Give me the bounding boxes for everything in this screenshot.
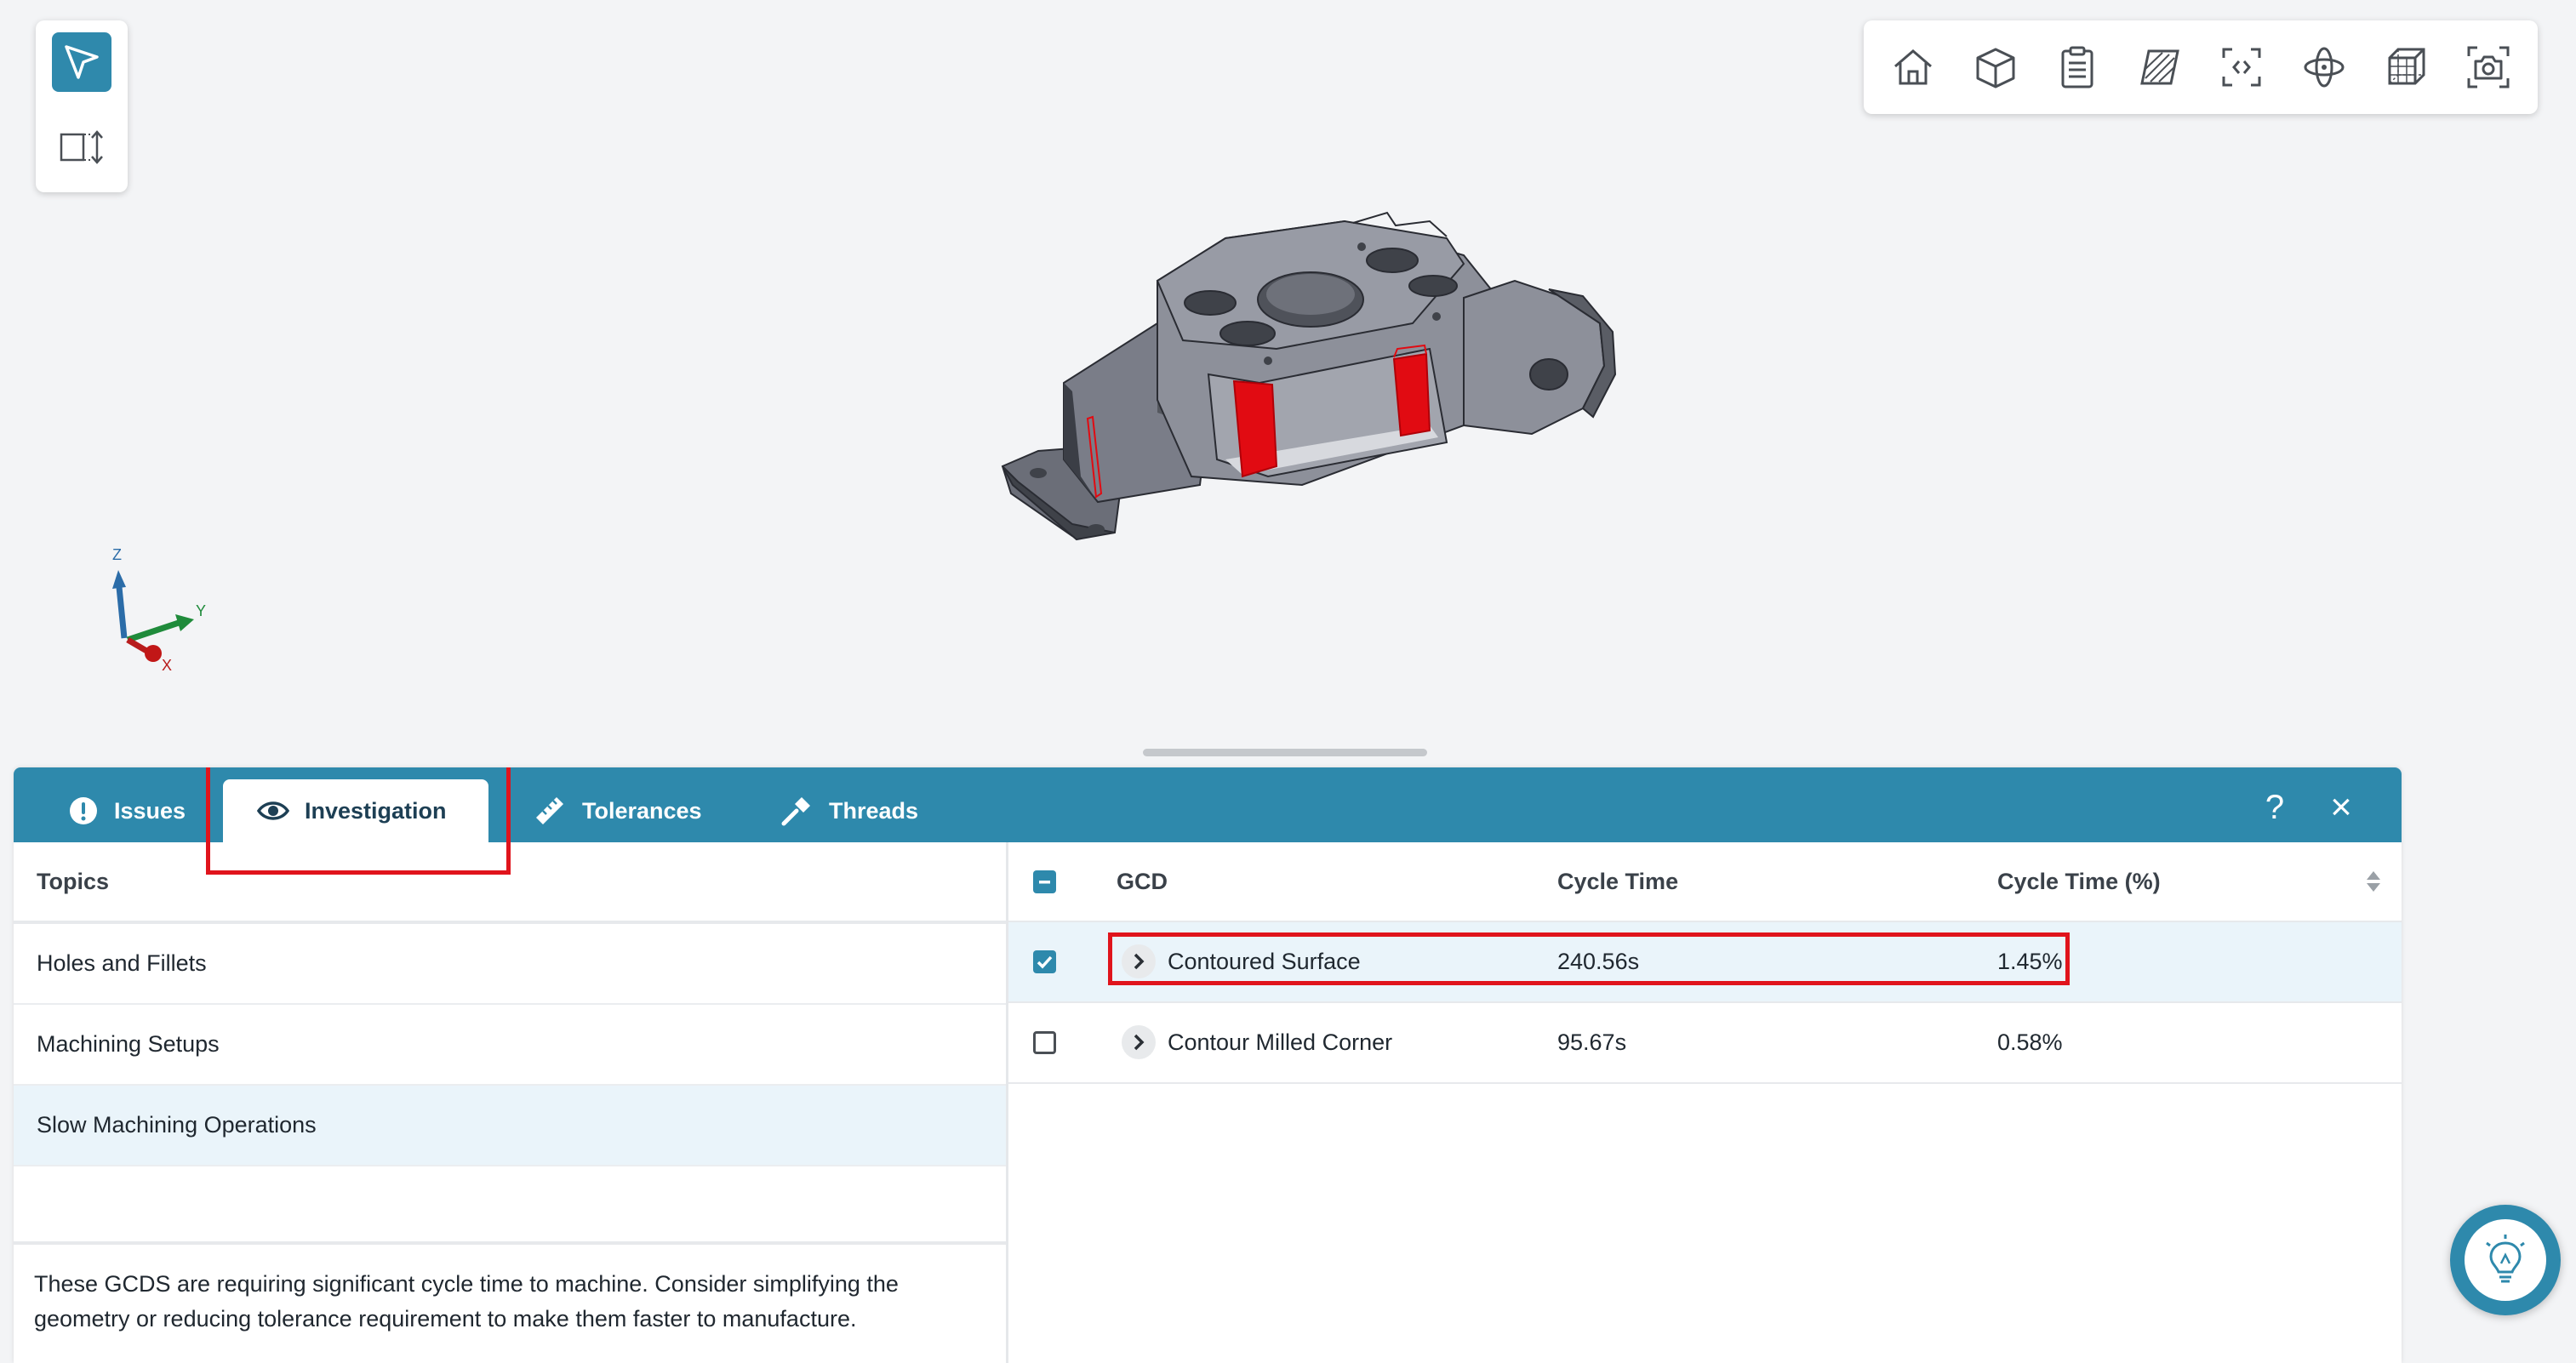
panel-resize-handle[interactable] xyxy=(1143,749,1427,756)
x-axis-label: X xyxy=(162,657,172,672)
help-button[interactable]: ? xyxy=(2252,784,2298,830)
topic-slow-machining-operations[interactable]: Slow Machining Operations xyxy=(14,1086,1006,1166)
grid-header-row: GCD Cycle Time Cycle Time (%) xyxy=(1008,842,2402,924)
cursor-arrow-icon xyxy=(65,45,99,79)
tab-label: Issues xyxy=(114,797,186,824)
tab-label: Investigation xyxy=(305,797,447,824)
tab-bar: Issues Investigation Tolerances Threads … xyxy=(14,767,2402,842)
tab-issues[interactable]: Issues xyxy=(34,779,221,842)
home-icon xyxy=(1894,49,1933,85)
z-axis-label: Z xyxy=(112,546,122,563)
topics-pane: Topics Holes and Fillets Machining Setup… xyxy=(14,842,1008,1363)
section-hatch-icon xyxy=(2139,49,2179,85)
axis-triad: Z Y X xyxy=(112,546,206,672)
column-header-cycle-time-pct[interactable]: Cycle Time (%) xyxy=(1997,869,2161,895)
insights-fab-inner xyxy=(2465,1219,2546,1301)
lightbulb-icon xyxy=(2486,1235,2525,1283)
select-all-checkbox[interactable] xyxy=(1033,870,1056,893)
gcd-grid: GCD Cycle Time Cycle Time (%) Contoured … xyxy=(1008,842,2402,1363)
fit-view-button[interactable] xyxy=(2208,33,2276,101)
column-header-gcd[interactable]: GCD xyxy=(1117,869,1168,895)
bottom-panel: Issues Investigation Tolerances Threads … xyxy=(14,767,2402,1363)
home-view-button[interactable] xyxy=(1879,33,1947,101)
ruler-icon xyxy=(536,797,563,824)
wireframe-button[interactable] xyxy=(2372,33,2440,101)
part-model-3d[interactable] xyxy=(987,204,1634,553)
tool-palette xyxy=(36,20,128,192)
expand-row-button[interactable] xyxy=(1122,1025,1156,1059)
eye-icon xyxy=(257,801,289,820)
topics-header: Topics xyxy=(14,842,1006,924)
alert-circle-icon xyxy=(70,797,97,824)
select-tool-button[interactable] xyxy=(52,32,111,92)
close-panel-button[interactable]: × xyxy=(2318,784,2364,830)
topic-description: These GCDS are requiring significant cyc… xyxy=(34,1271,899,1332)
minus-icon xyxy=(1039,881,1050,884)
topic-holes-and-fillets[interactable]: Holes and Fillets xyxy=(14,924,1006,1005)
topics-spacer xyxy=(14,1166,1006,1245)
cycle-time-value: 95.67s xyxy=(1557,1029,1627,1055)
tab-investigation[interactable]: Investigation xyxy=(223,779,488,842)
table-row[interactable]: Contoured Surface 240.56s 1.45% xyxy=(1008,922,2402,1003)
fit-view-icon xyxy=(2222,48,2261,87)
cycle-time-pct-value: 1.45% xyxy=(1997,949,2063,974)
box-measure-icon xyxy=(60,130,103,164)
cube-icon xyxy=(1976,48,2015,88)
camera-icon xyxy=(2467,46,2510,88)
cycle-time-value: 240.56s xyxy=(1557,949,1640,974)
tab-tolerances[interactable]: Tolerances xyxy=(499,779,745,842)
chevron-right-icon xyxy=(1134,953,1145,970)
expand-row-button[interactable] xyxy=(1122,944,1156,978)
sort-icon[interactable] xyxy=(2365,870,2382,893)
report-button[interactable] xyxy=(2043,33,2111,101)
column-header-cycle-time[interactable]: Cycle Time xyxy=(1557,869,1678,895)
iso-view-button[interactable] xyxy=(1962,33,2030,101)
cycle-time-pct-value: 0.58% xyxy=(1997,1029,2063,1055)
table-row[interactable]: Contour Milled Corner 95.67s 0.58% xyxy=(1008,1003,2402,1084)
clipboard-list-icon xyxy=(2061,46,2093,88)
gcd-name: Contoured Surface xyxy=(1168,949,1361,974)
screenshot-button[interactable] xyxy=(2454,33,2522,101)
gcd-name: Contour Milled Corner xyxy=(1168,1029,1393,1055)
tab-label: Threads xyxy=(829,797,919,824)
row-checkbox[interactable] xyxy=(1033,950,1056,973)
tab-label: Tolerances xyxy=(582,797,702,824)
check-icon xyxy=(1037,955,1053,969)
y-axis-label: Y xyxy=(196,602,206,619)
orbit-button[interactable] xyxy=(2290,33,2358,101)
chevron-right-icon xyxy=(1134,1034,1145,1051)
view-toolbar xyxy=(1864,20,2538,114)
tab-threads[interactable]: Threads xyxy=(745,779,958,842)
topic-machining-setups[interactable]: Machining Setups xyxy=(14,1005,1006,1086)
insights-fab-button[interactable] xyxy=(2450,1205,2561,1315)
orbit-icon xyxy=(2304,47,2345,88)
screwdriver-icon xyxy=(781,797,810,826)
row-checkbox[interactable] xyxy=(1033,1031,1056,1054)
wireframe-cube-icon xyxy=(2388,48,2425,85)
section-view-button[interactable] xyxy=(2126,33,2194,101)
measure-tool-button[interactable] xyxy=(52,117,111,177)
